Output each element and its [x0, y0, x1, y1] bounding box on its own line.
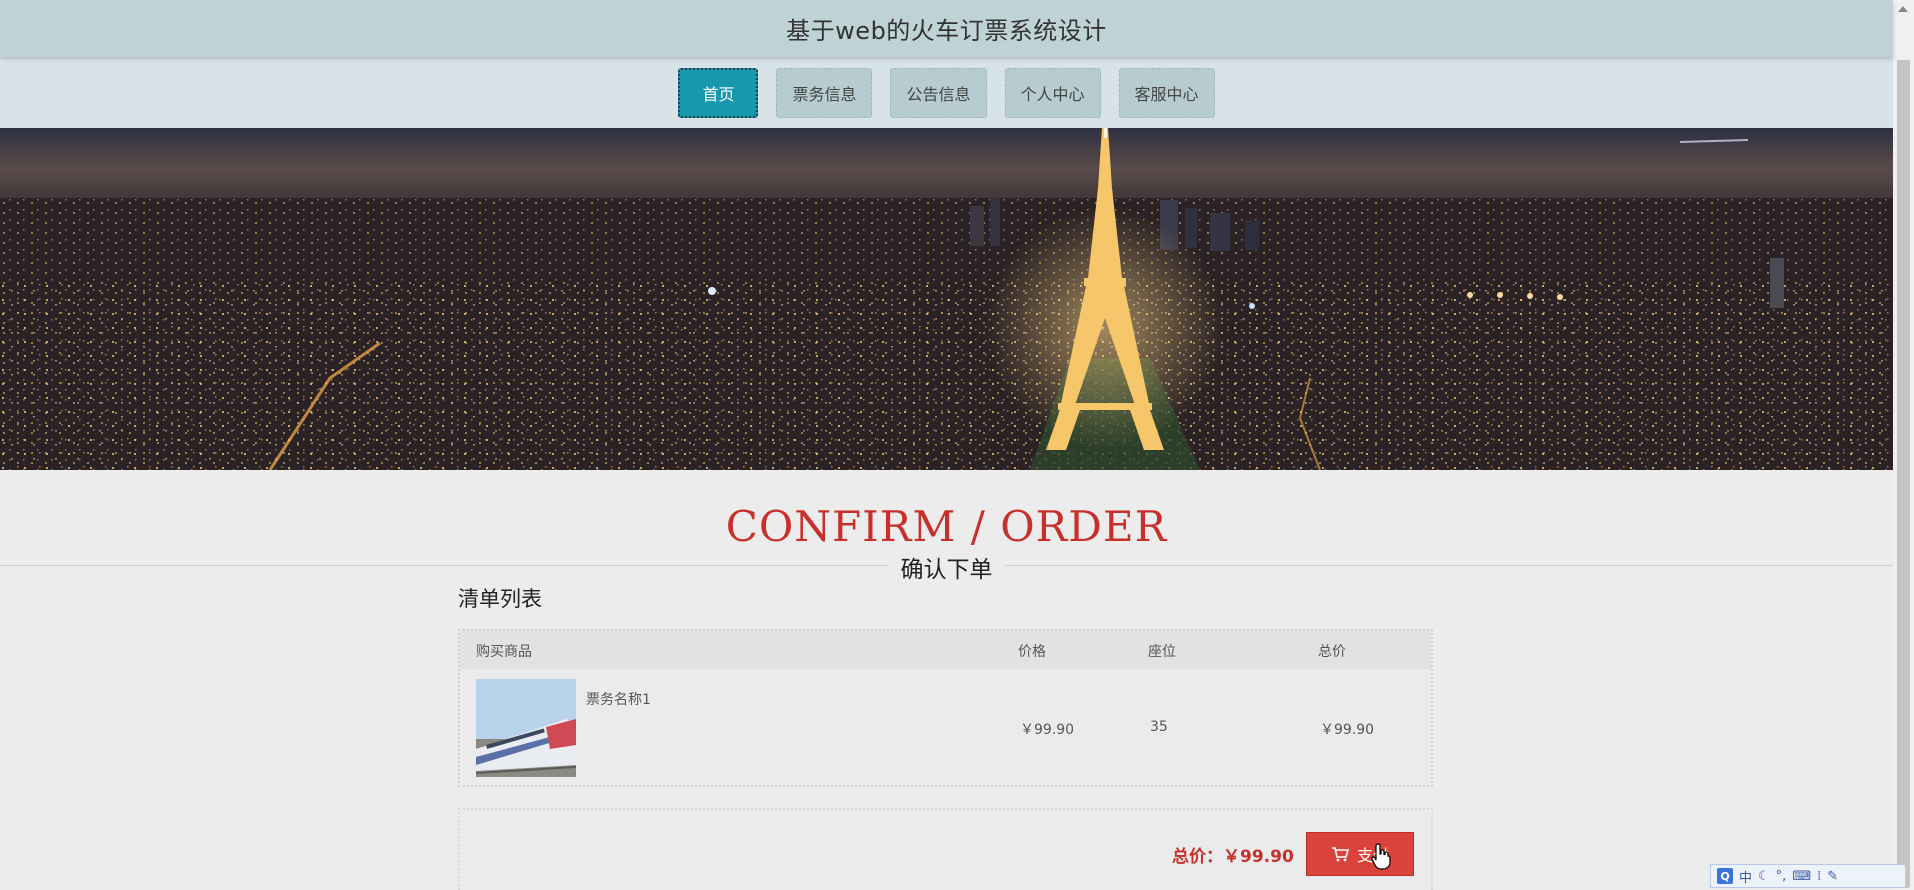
column-header-total: 总价 — [1318, 644, 1346, 660]
punctuation-icon[interactable]: °, — [1776, 869, 1787, 884]
pay-button[interactable]: 支付 — [1306, 832, 1414, 876]
confirm-order-title: CONFIRM / ORDER — [725, 502, 1168, 551]
train-thumbnail-illustration — [476, 679, 576, 777]
cart-table: 购买商品 价格 座位 总价 票务名称1 ￥99.90 35 ￥99.90 — [458, 629, 1433, 787]
scroll-up-arrow-icon[interactable] — [1898, 6, 1908, 12]
row-total-price: ￥99.90 — [1320, 722, 1375, 738]
width-toggle-icon[interactable]: ⁞ — [1817, 869, 1821, 884]
hero-banner-image — [0, 128, 1893, 470]
keyboard-icon[interactable]: ⌨ — [1792, 869, 1811, 884]
nav-item-profile[interactable]: 个人中心 — [1004, 67, 1101, 118]
product-thumbnail[interactable] — [476, 679, 576, 777]
ime-toolbar[interactable]: Q 中 ☾ °, ⌨ ⁞ ✎ — [1710, 864, 1906, 888]
vertical-scrollbar[interactable] — [1893, 0, 1914, 890]
ime-mode-label[interactable]: 中 — [1739, 867, 1752, 886]
order-section-heading: CONFIRM / ORDER 确认下单 — [0, 470, 1893, 585]
cart-list-title: 清单列表 — [458, 587, 542, 611]
order-summary: 总价：￥99.90 支付 — [458, 808, 1433, 890]
nav-item-home[interactable]: 首页 — [678, 67, 759, 118]
city-night-illustration — [0, 128, 1893, 470]
nav-item-announcements[interactable]: 公告信息 — [890, 67, 987, 118]
site-header: 基于web的火车订票系统设计 — [0, 0, 1893, 57]
nav-item-tickets[interactable]: 票务信息 — [776, 67, 873, 118]
hand-cursor-icon — [1371, 843, 1391, 870]
moon-icon[interactable]: ☾ — [1758, 869, 1770, 884]
main-nav: 首页 票务信息 公告信息 个人中心 客服中心 — [0, 57, 1893, 128]
product-price: ￥99.90 — [1020, 722, 1075, 738]
order-total: 总价：￥99.90 — [1172, 847, 1294, 867]
column-header-seat: 座位 — [1148, 644, 1176, 660]
product-name-link[interactable]: 票务名称1 — [586, 689, 651, 709]
site-title: 基于web的火车订票系统设计 — [786, 17, 1107, 45]
cart-table-header: 购买商品 价格 座位 总价 — [460, 631, 1431, 669]
table-row: 票务名称1 ￥99.90 35 ￥99.90 — [460, 669, 1431, 787]
nav-item-service[interactable]: 客服中心 — [1118, 67, 1215, 118]
ime-logo-icon[interactable]: Q — [1717, 868, 1733, 884]
column-header-price: 价格 — [1018, 644, 1046, 660]
confirm-order-subtitle-text: 确认下单 — [888, 557, 1005, 583]
cart-icon — [1331, 847, 1349, 862]
wrench-icon[interactable]: ✎ — [1827, 869, 1838, 884]
scrollbar-thumb[interactable] — [1897, 60, 1910, 888]
column-header-product: 购买商品 — [476, 644, 532, 660]
confirm-order-subtitle: 确认下单 — [0, 550, 1893, 584]
seat-number: 35 — [1150, 719, 1168, 735]
